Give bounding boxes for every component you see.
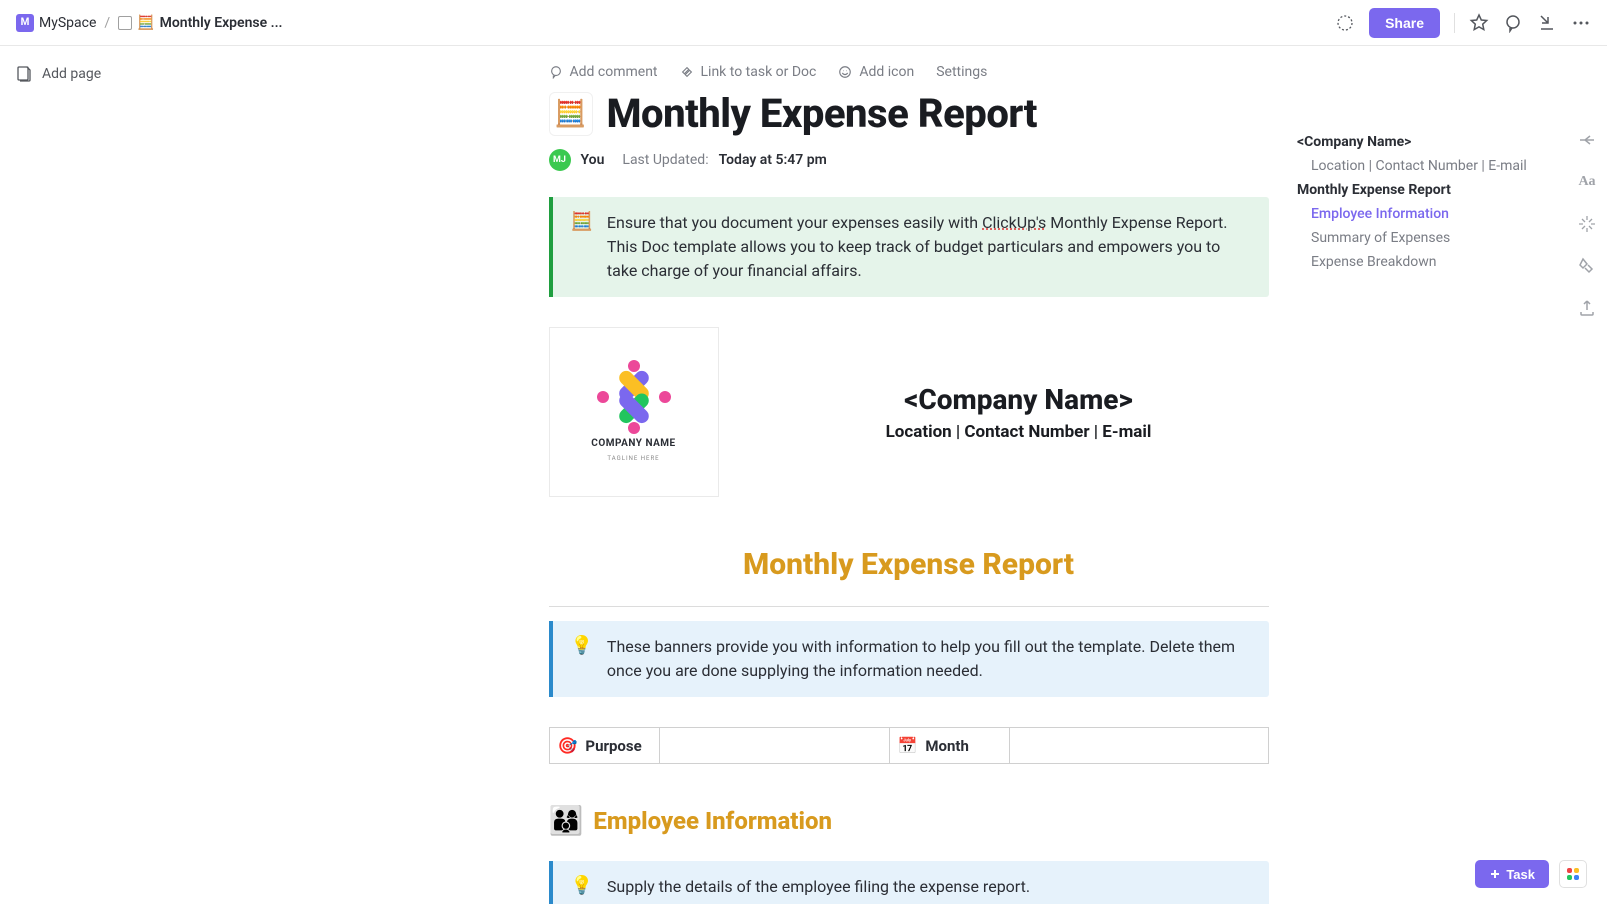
intro-callout[interactable]: 🧮 Ensure that you document your expenses… bbox=[549, 197, 1269, 297]
settings-button[interactable]: Settings bbox=[936, 64, 987, 80]
outline-item[interactable]: Expense Breakdown bbox=[1297, 250, 1547, 274]
updated-time: Today at 5:47 pm bbox=[719, 152, 827, 168]
avatar[interactable]: MJ bbox=[549, 149, 571, 171]
typography-icon[interactable]: Aa bbox=[1577, 172, 1597, 192]
people-icon: 👨‍👩‍👦 bbox=[549, 804, 584, 837]
employee-heading-text: Employee Information bbox=[593, 807, 832, 835]
employee-callout-text: Supply the details of the employee filin… bbox=[607, 875, 1030, 899]
share-button[interactable]: Share bbox=[1369, 8, 1440, 38]
divider bbox=[1454, 13, 1455, 33]
logo-text: COMPANY NAME bbox=[591, 438, 675, 449]
purpose-label-cell: 🎯 Purpose bbox=[550, 728, 660, 763]
info-callout-text: These banners provide you with informati… bbox=[607, 635, 1251, 683]
purpose-label: Purpose bbox=[585, 737, 641, 755]
breadcrumb-space-label: MySpace bbox=[39, 15, 96, 31]
bulb-icon: 💡 bbox=[571, 875, 593, 899]
breadcrumb-doc-title: Monthly Expense ... bbox=[160, 15, 283, 31]
intro-callout-text: Ensure that you document your expenses e… bbox=[607, 211, 1251, 283]
logo-shape bbox=[599, 362, 669, 432]
month-label: Month bbox=[925, 737, 968, 755]
company-name-heading[interactable]: <Company Name> bbox=[769, 383, 1269, 416]
link-task-label: Link to task or Doc bbox=[701, 64, 817, 80]
breadcrumb-separator: / bbox=[104, 15, 110, 31]
add-icon-button[interactable]: Add icon bbox=[838, 64, 914, 80]
add-comment-button[interactable]: Add comment bbox=[549, 64, 658, 80]
add-comment-label: Add comment bbox=[570, 64, 658, 80]
templates-icon[interactable] bbox=[1577, 256, 1597, 276]
document-outline: <Company Name> Location | Contact Number… bbox=[1297, 130, 1547, 274]
ai-icon[interactable] bbox=[1335, 13, 1355, 33]
outline-item[interactable]: Monthly Expense Report bbox=[1297, 178, 1547, 202]
company-logo[interactable]: COMPANY NAME TAGLINE HERE bbox=[549, 327, 719, 497]
task-button-label: Task bbox=[1506, 867, 1535, 882]
section-heading-employee[interactable]: 👨‍👩‍👦 Employee Information bbox=[549, 804, 1269, 837]
purpose-value-cell[interactable] bbox=[660, 728, 890, 763]
page-title[interactable]: Monthly Expense Report bbox=[607, 90, 1037, 137]
author-line: MJ You Last Updated: Today at 5:47 pm bbox=[549, 149, 1269, 171]
purpose-month-table[interactable]: 🎯 Purpose 📅 Month bbox=[549, 727, 1269, 764]
add-page-button[interactable]: Add page bbox=[16, 66, 254, 82]
updated-label: Last Updated: bbox=[622, 152, 708, 168]
month-label-cell: 📅 Month bbox=[890, 728, 1010, 763]
doc-icon bbox=[118, 16, 132, 30]
breadcrumb-space[interactable]: M MySpace bbox=[16, 14, 96, 32]
bulb-icon: 💡 bbox=[571, 635, 593, 683]
space-icon: M bbox=[16, 14, 34, 32]
info-callout[interactable]: 💡 These banners provide you with informa… bbox=[549, 621, 1269, 697]
comment-icon[interactable] bbox=[1503, 13, 1523, 33]
outline-item[interactable]: Summary of Expenses bbox=[1297, 226, 1547, 250]
clickup-link[interactable]: ClickUp's bbox=[982, 213, 1046, 232]
calendar-icon: 📅 bbox=[898, 736, 918, 755]
apps-icon bbox=[1567, 868, 1579, 880]
section-heading-report[interactable]: Monthly Expense Report bbox=[549, 547, 1269, 582]
star-icon[interactable] bbox=[1469, 13, 1489, 33]
link-task-button[interactable]: Link to task or Doc bbox=[680, 64, 817, 80]
employee-callout[interactable]: 💡 Supply the details of the employee fil… bbox=[549, 861, 1269, 904]
ai-icon[interactable] bbox=[1577, 214, 1597, 234]
logo-tagline: TAGLINE HERE bbox=[607, 455, 659, 462]
collapse-icon[interactable] bbox=[1577, 130, 1597, 150]
outline-item[interactable]: Employee Information bbox=[1297, 202, 1547, 226]
breadcrumb: M MySpace / 🧮 Monthly Expense ... bbox=[16, 14, 283, 32]
company-subline[interactable]: Location | Contact Number | E-mail bbox=[769, 422, 1269, 442]
export-icon[interactable] bbox=[1577, 298, 1597, 318]
author-name: You bbox=[581, 152, 605, 168]
target-icon: 🎯 bbox=[558, 736, 578, 755]
more-icon[interactable] bbox=[1571, 13, 1591, 33]
abacus-icon: 🧮 bbox=[137, 15, 154, 31]
add-icon-label: Add icon bbox=[859, 64, 914, 80]
divider bbox=[549, 606, 1269, 607]
right-rail: Aa bbox=[1577, 130, 1597, 318]
doc-page-icon[interactable]: 🧮 bbox=[549, 92, 593, 136]
download-icon[interactable] bbox=[1537, 13, 1557, 33]
apps-button[interactable] bbox=[1559, 860, 1587, 888]
outline-item[interactable]: <Company Name> bbox=[1297, 130, 1547, 154]
left-sidebar: Add page bbox=[0, 46, 270, 904]
abacus-icon: 🧮 bbox=[571, 211, 593, 283]
new-task-button[interactable]: Task bbox=[1475, 860, 1549, 888]
outline-item[interactable]: Location | Contact Number | E-mail bbox=[1297, 154, 1547, 178]
month-value-cell[interactable] bbox=[1010, 728, 1268, 763]
breadcrumb-doc[interactable]: 🧮 Monthly Expense ... bbox=[118, 15, 282, 31]
add-page-label: Add page bbox=[42, 66, 101, 82]
